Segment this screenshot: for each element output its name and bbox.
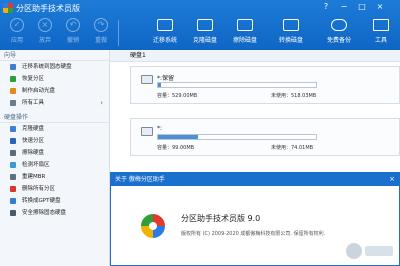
discard-button[interactable]: × 放弃 [32,18,58,48]
sidebar-item-make-bootable[interactable]: 制作启动光盘 [0,85,109,97]
partition-usage-bar [157,82,317,88]
disk-ops-section-header: 硬盘操作 [0,112,109,123]
about-dialog: 关于 傲梅分区助手 × 分区助手技术员版 9.0 版权所有 (C) 2009-2… [110,172,400,266]
sidebar-item-secure-erase[interactable]: 安全擦除固态硬盘 [0,207,109,219]
app-logo-icon [3,3,13,13]
wipe-icon [10,150,16,156]
dialog-close-button[interactable]: × [389,173,395,186]
undo-icon: ↶ [66,18,80,32]
discard-icon: × [38,18,52,32]
convert-gpt-icon [10,198,16,204]
check-sector-icon [10,162,16,168]
partition-capacity: 容量：529.00MB [157,93,198,99]
recover-icon [10,76,16,82]
check-icon: ✓ [10,18,24,32]
sidebar-item-wipe-disk[interactable]: 擦除硬盘 [0,147,109,159]
title-toolbar: 分区助手技术员版 ? − □ × ✓ 应用 × 放弃 ↶ 撤销 ↷ 重做 迁移系… [0,0,400,50]
sidebar: 向导 迁移系统到固态硬盘 恢复分区 制作启动光盘 所有工具 › 硬盘操作 克隆硬盘… [0,50,110,266]
migrate-os-button[interactable]: 迁移系统 [150,18,180,48]
maximize-button[interactable]: □ [356,2,368,12]
help-icon[interactable]: ? [320,2,332,12]
sidebar-item-recover-partition[interactable]: 恢复分区 [0,73,109,85]
rebuild-mbr-icon [10,174,16,180]
partition-usage-bar [157,134,317,140]
boot-disc-icon [10,88,16,94]
delete-icon [10,186,16,192]
watermark-logo [346,243,393,259]
copyright-text: 版权所有 (C) 2009-2020 成都傲梅科技有限公司. 保留所有权利. [181,231,326,237]
tools-button[interactable]: 工具 [366,18,396,48]
sidebar-item-quick-partition[interactable]: 快速分区 [0,135,109,147]
minimize-button[interactable]: − [338,2,350,12]
partition-name: *: [157,125,163,132]
partition-capacity: 容量：99.00MB [157,145,195,151]
clone-disk-icon [197,19,213,31]
partition-unused: 未使用：74.01MB [271,145,314,151]
sidebar-item-check-bad-sectors[interactable]: 检测坏扇区 [0,159,109,171]
wipe-disk-button[interactable]: 擦除磁盘 [230,18,260,48]
sidebar-item-rebuild-mbr[interactable]: 重建MBR [0,171,109,183]
convert-disk-icon [283,19,299,31]
usage-fill [158,135,198,139]
product-name: 分区助手技术员版 9.0 [181,214,261,223]
migrate-disk-icon [157,19,173,31]
tools-icon [373,19,389,31]
backup-icon [331,19,347,31]
close-button[interactable]: × [374,2,386,12]
product-logo-icon [141,214,165,238]
apply-button[interactable]: ✓ 应用 [4,18,30,48]
sidebar-item-all-tools[interactable]: 所有工具 › [0,97,109,109]
app-title: 分区助手技术员版 [16,4,80,13]
usage-fill [158,83,162,87]
sidebar-item-migrate-ssd[interactable]: 迁移系统到固态硬盘 [0,61,109,73]
sidebar-item-delete-all[interactable]: 删除所有分区 [0,183,109,195]
dialog-titlebar: 关于 傲梅分区助手 × [111,173,399,186]
redo-button[interactable]: ↷ 重做 [88,18,114,48]
free-backup-button[interactable]: 免费备份 [324,18,354,48]
partition-card[interactable]: *: 容量：99.00MB 未使用：74.01MB [130,118,400,156]
wizard-section-header: 向导 [0,50,109,61]
partition-unused: 未使用：518.03MB [271,93,317,99]
sidebar-item-clone-disk[interactable]: 克隆硬盘 [0,123,109,135]
undo-button[interactable]: ↶ 撤销 [60,18,86,48]
redo-icon: ↷ [94,18,108,32]
partition-card[interactable]: *:保留 容量：529.00MB 未使用：518.03MB [130,66,400,104]
chevron-right-icon: › [100,99,103,107]
partition-drive-icon [141,127,153,136]
sidebar-item-convert-gpt[interactable]: 转换成GPT硬盘 [0,195,109,207]
clone-disk-button[interactable]: 克隆磁盘 [190,18,220,48]
migrate-icon [10,64,16,70]
clone-icon [10,126,16,132]
partition-drive-icon [141,75,153,84]
wipe-disk-icon [237,19,253,31]
disk-header: 硬盘1 [110,50,400,62]
dialog-title: 关于 傲梅分区助手 [115,176,165,183]
secure-erase-icon [10,210,16,216]
partition-name: *:保留 [157,75,175,82]
toolbar-divider [118,20,119,46]
all-tools-icon [10,100,16,106]
quick-partition-icon [10,138,16,144]
convert-disk-button[interactable]: 转换磁盘 [276,18,306,48]
